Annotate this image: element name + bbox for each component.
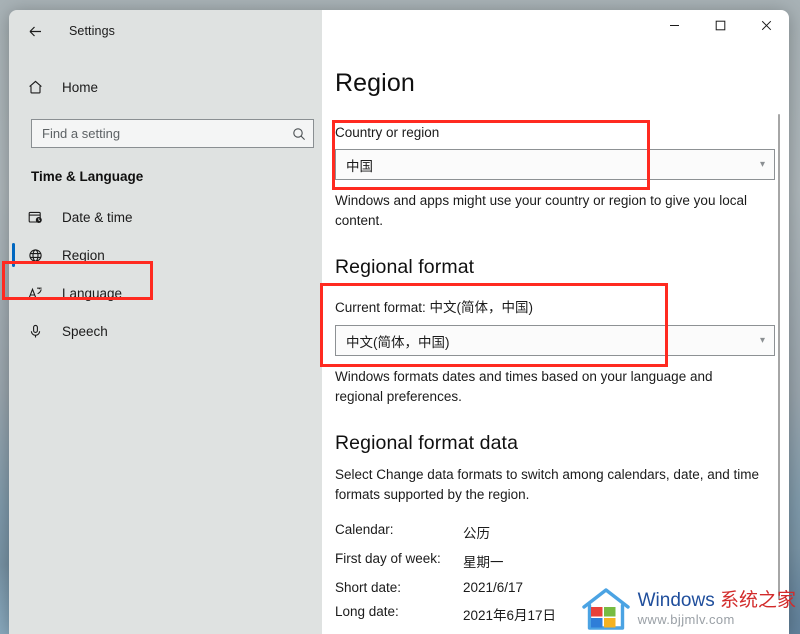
sidebar-item-label-language: Language [62,285,123,301]
app-title: Settings [69,24,115,38]
sidebar-section-heading: Time & Language [31,169,144,184]
window-titlebar-left: Settings [9,10,322,52]
maximize-button[interactable] [697,10,743,41]
settings-sidebar: Settings Home Time & Language [9,10,322,634]
regional-format-value: 中文(简体，中国) [346,334,450,350]
window-controls [322,10,789,52]
search-icon[interactable] [285,127,313,141]
settings-content-pane: Region Country or region 中国 ▾ Windows an… [322,10,789,634]
minimize-button[interactable] [651,10,697,41]
current-format-text: Current format: 中文(简体，中国) [335,300,534,316]
sidebar-nav-list: Date & time Region Language Speech [9,198,322,350]
table-row: Long date: 2021年6月17日 [335,604,556,633]
content-scrollbar[interactable] [774,114,784,600]
page-title: Region [335,69,415,97]
row-key-short-date: Short date: [335,580,402,596]
row-key-first-day-of-week: First day of week: [335,551,441,567]
table-row: First day of week: 星期一 [335,551,556,580]
watermark-url: www.bjjmlv.com [637,612,735,628]
scrollbar-thumb[interactable] [778,114,780,600]
watermark-brand: Windows 系统之家 [637,589,796,612]
close-button[interactable] [743,10,789,41]
sidebar-item-label-region: Region [62,247,105,263]
search-input[interactable] [32,120,285,147]
table-row: Calendar: 公历 [335,522,556,551]
row-key-calendar: Calendar: [335,522,394,538]
globe-icon [27,247,51,264]
country-or-region-dropdown[interactable]: 中国 ▾ [335,149,775,180]
chevron-down-icon: ▾ [759,334,765,346]
row-value-short-date: 2021/6/17 [463,580,524,596]
sidebar-item-home[interactable]: Home [9,68,322,106]
settings-window: Settings Home Time & Language [9,10,789,634]
sidebar-item-label-home: Home [62,79,99,95]
row-value-calendar: 公历 [463,526,490,542]
regional-format-dropdown[interactable]: 中文(简体，中国) ▾ [335,325,775,357]
home-icon [27,79,51,96]
arrow-left-icon [29,26,41,36]
country-or-region-value: 中国 [346,158,373,174]
row-value-long-date: 2021年6月17日 [463,608,557,624]
country-or-region-label: Country or region [335,125,440,140]
microphone-icon [27,323,51,340]
calendar-clock-icon [27,209,51,226]
regional-format-helper: Windows formats dates and times based on… [335,369,713,404]
regional-format-data-table: Calendar: 公历 First day of week: 星期一 Shor… [335,522,556,633]
sidebar-item-language[interactable]: Language [9,274,322,312]
regional-format-title: Regional format [335,256,475,279]
watermark-brand-cn: 系统之家 [719,589,796,611]
language-icon [27,285,51,302]
content-body: Region Country or region 中国 ▾ Windows an… [322,69,789,633]
close-icon [761,20,771,31]
row-key-long-date: Long date: [335,604,399,620]
watermark-text: Windows 系统之家 www.bjjmlv.com [637,589,796,628]
table-row: Short date: 2021/6/17 [335,580,556,604]
back-button[interactable] [20,16,50,46]
search-box[interactable] [31,119,314,148]
minimize-icon [669,25,679,26]
sidebar-item-region[interactable]: Region [9,236,322,274]
sidebar-item-date-time[interactable]: Date & time [9,198,322,236]
chevron-down-icon: ▾ [759,158,765,170]
sidebar-item-label-speech: Speech [62,323,108,339]
maximize-icon [715,20,725,31]
sidebar-item-speech[interactable]: Speech [9,312,322,350]
regional-format-data-helper: Select Change data formats to switch amo… [335,467,759,502]
row-value-first-day-of-week: 星期一 [463,555,504,571]
watermark-brand-en: Windows [637,589,720,611]
watermark: Windows 系统之家 www.bjjmlv.com [580,586,796,632]
windows-house-logo [581,588,630,630]
sidebar-item-label-date-time: Date & time [62,209,133,225]
regional-format-data-title: Regional format data [335,432,519,455]
country-or-region-helper: Windows and apps might use your country … [335,193,747,228]
